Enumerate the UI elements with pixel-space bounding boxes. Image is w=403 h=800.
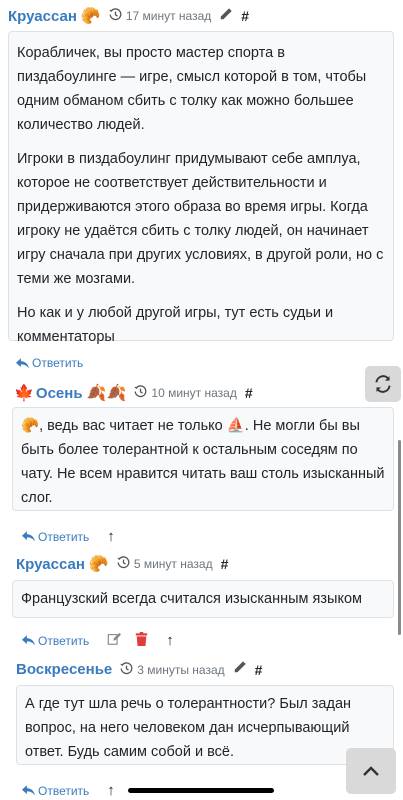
reply-icon: [22, 531, 35, 542]
chevron-up-icon: [363, 766, 379, 776]
comment-actions: Ответить ↑: [22, 528, 115, 545]
comment-text: Французский всегда считался изысканным я…: [21, 591, 362, 607]
reply-label: Ответить: [38, 783, 90, 798]
reply-label: Ответить: [38, 529, 90, 544]
comment-body: Французский всегда считался изысканным я…: [12, 580, 394, 618]
author-name[interactable]: Осень: [36, 385, 83, 402]
reply-icon: [16, 357, 29, 368]
clock-icon: [134, 385, 147, 401]
comment-body: Корабличек, вы просто мастер спорта в пи…: [8, 31, 394, 345]
comment-header: 🍁 Осень 🍂🍂 10 минут назад #: [14, 383, 253, 403]
trash-icon[interactable]: [135, 632, 148, 649]
reply-link[interactable]: Ответить: [22, 530, 89, 544]
reply-link[interactable]: Ответить: [22, 784, 89, 798]
croissant-emoji: 🥐: [21, 418, 40, 434]
permalink-hash[interactable]: #: [221, 556, 229, 572]
comment-paragraph: Корабличек, вы просто мастер спорта в пи…: [17, 45, 367, 133]
time-text: 10 минут назад: [151, 386, 237, 400]
pencil-icon[interactable]: [233, 660, 247, 679]
comment-body: А где тут шла речь о толерантности? Был …: [16, 685, 394, 765]
comment-paragraph: Но как и у любой другой игры, тут есть с…: [17, 305, 334, 345]
sailboat-emoji: ⛵: [226, 418, 245, 434]
author-name[interactable]: Круассан: [16, 556, 85, 573]
comment-actions: Ответить: [16, 356, 83, 370]
comment-header: Круассан 🥐 17 минут назад #: [8, 6, 249, 26]
permalink-hash[interactable]: #: [241, 8, 249, 24]
refresh-button[interactable]: [365, 366, 401, 402]
clock-icon: [117, 556, 130, 572]
comment-paragraph: Игроки в пиздабоулинг придумывают себе а…: [17, 151, 384, 287]
permalink-hash[interactable]: #: [255, 662, 263, 678]
comment-header: Воскресенье 3 минуты назад #: [16, 660, 262, 679]
time-text: 3 минуты назад: [137, 662, 225, 677]
author-name[interactable]: Воскресенье: [16, 661, 112, 678]
comment-text: 🥐, ведь вас читает не только ⛵. Не могли…: [21, 418, 385, 506]
croissant-emoji: 🥐: [88, 556, 109, 573]
comment-header: Круассан 🥐 5 минут назад #: [16, 554, 228, 574]
timestamp: 5 минут назад: [117, 556, 213, 572]
leaves-emoji: 🍂🍂: [86, 385, 127, 402]
timestamp: 3 минуты назад: [120, 661, 225, 678]
comment-text: А где тут шла речь о толерантности? Был …: [25, 696, 352, 760]
comment-body: 🥐, ведь вас читает не только ⛵. Не могли…: [12, 407, 394, 511]
reply-label: Ответить: [38, 633, 90, 648]
reply-icon: [22, 785, 35, 796]
parent-link-arrow[interactable]: ↑: [107, 528, 115, 545]
clock-icon: [109, 8, 122, 24]
author-name[interactable]: Круассан: [8, 8, 77, 25]
home-indicator: [128, 788, 274, 793]
comment-actions: Ответить ↑: [22, 632, 174, 649]
reply-label: Ответить: [32, 356, 84, 370]
time-text: 5 минут назад: [133, 557, 213, 571]
timestamp: 17 минут назад: [109, 8, 211, 24]
time-text: 17 минут назад: [125, 9, 212, 23]
refresh-icon: [375, 375, 391, 393]
scrollbar[interactable]: [398, 440, 401, 635]
edit-icon[interactable]: [107, 632, 122, 649]
permalink-hash[interactable]: #: [245, 385, 253, 401]
parent-link-arrow[interactable]: ↑: [107, 782, 115, 799]
reply-link[interactable]: Ответить: [22, 634, 89, 648]
parent-link-arrow[interactable]: ↑: [166, 632, 174, 649]
croissant-emoji: 🥐: [80, 8, 101, 25]
scroll-to-top-button[interactable]: [346, 748, 396, 794]
maple-leaf-emoji: 🍁: [14, 385, 34, 402]
clock-icon: [120, 661, 133, 678]
pencil-icon[interactable]: [219, 7, 233, 26]
comment-actions: Ответить ↑: [22, 782, 115, 799]
reply-link[interactable]: Ответить: [16, 356, 83, 370]
timestamp: 10 минут назад: [134, 385, 237, 401]
reply-icon: [22, 635, 35, 646]
